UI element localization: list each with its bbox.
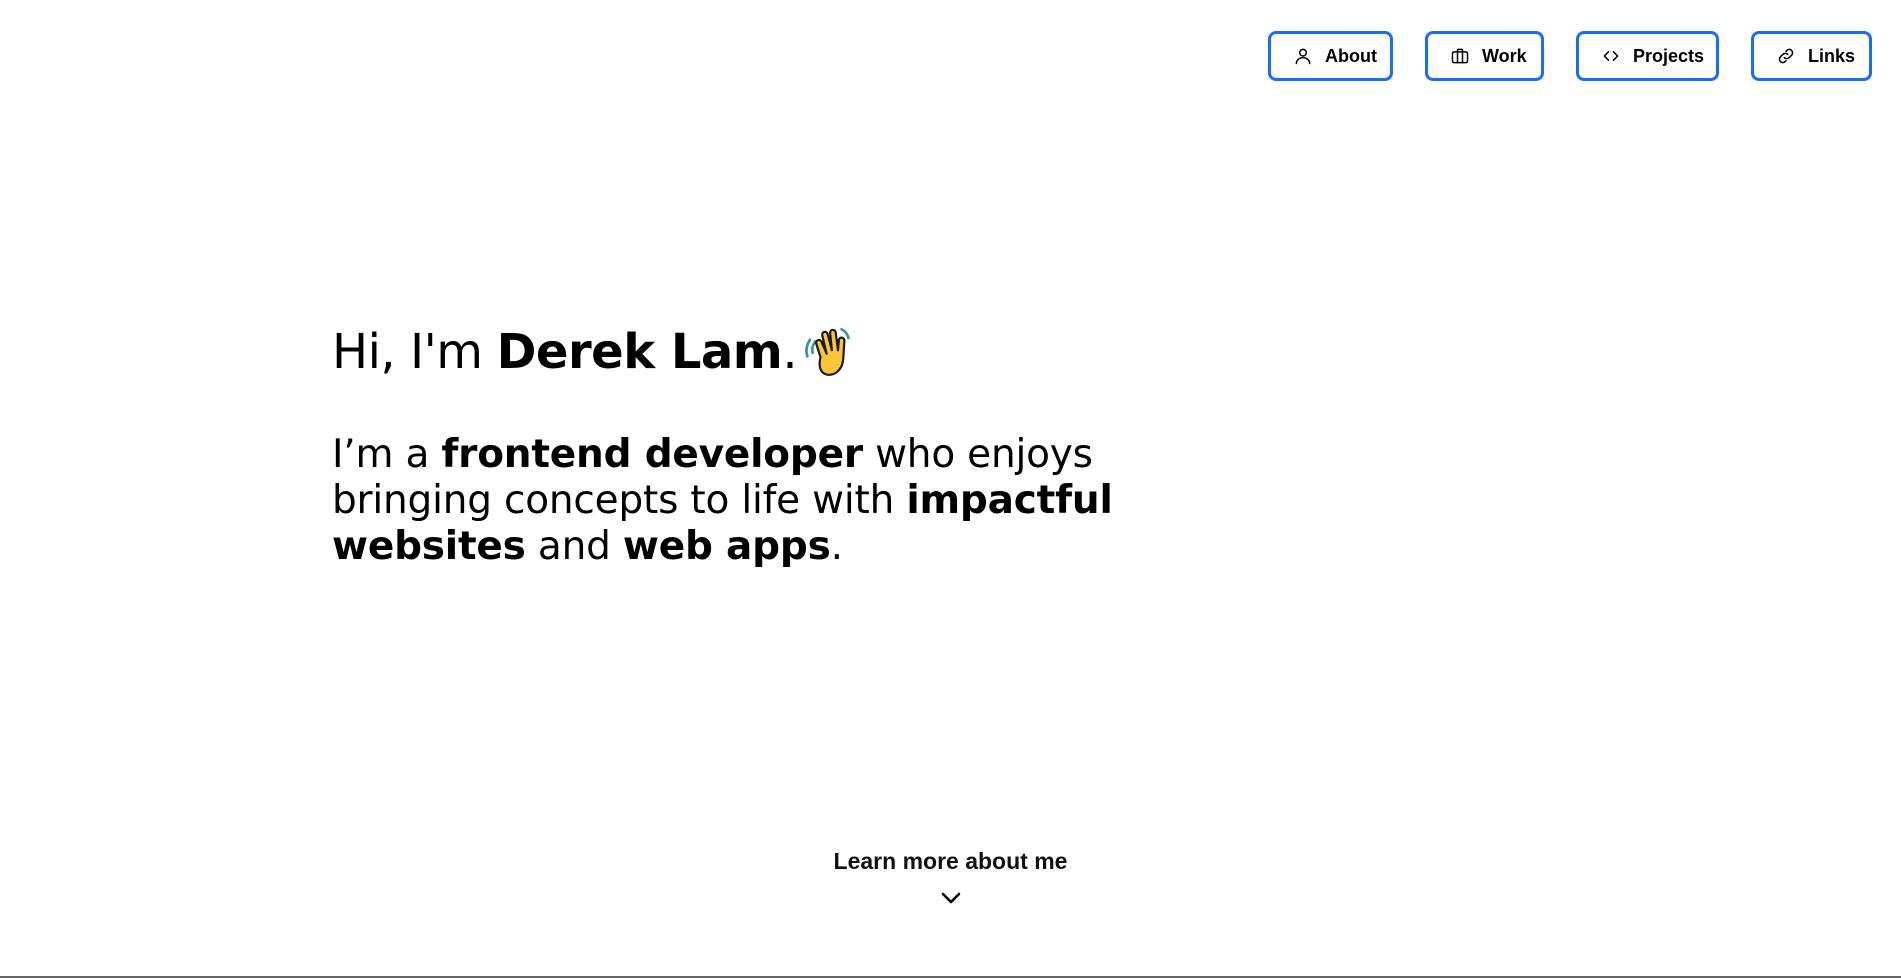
- intro-text-4: .: [830, 524, 843, 569]
- nav-about-button[interactable]: About: [1268, 31, 1393, 81]
- greeting-suffix: .: [782, 324, 798, 380]
- intro-text-1: I’m a: [332, 432, 442, 477]
- learn-more-link[interactable]: Learn more about me: [0, 848, 1901, 905]
- nav-work-button[interactable]: Work: [1425, 31, 1544, 81]
- waving-hand-icon: [803, 324, 859, 380]
- hero-name: Derek Lam: [496, 324, 783, 380]
- nav-projects-button[interactable]: Projects: [1576, 31, 1719, 81]
- intro-text-3: and: [525, 524, 623, 569]
- intro-bold-web-apps: web apps: [622, 524, 831, 569]
- intro-bold-frontend-developer: frontend developer: [441, 432, 863, 477]
- hero-intro: I’m a frontend developer who enjoys brin…: [332, 432, 1212, 570]
- person-icon: [1293, 46, 1313, 66]
- learn-more-label: Learn more about me: [833, 848, 1068, 874]
- code-icon: [1601, 46, 1621, 66]
- top-nav: About Work Projects Links: [1268, 31, 1872, 81]
- nav-projects-label: Projects: [1633, 45, 1705, 66]
- greeting-prefix: Hi, I'm: [332, 324, 483, 380]
- page: About Work Projects Links Hi, I'm Derek …: [0, 0, 1901, 978]
- hero-section: Hi, I'm Derek Lam. I’m a frontend develo…: [332, 318, 1232, 609]
- hero-greeting: Hi, I'm Derek Lam.: [332, 318, 1232, 386]
- nav-links-label: Links: [1808, 45, 1856, 66]
- nav-work-label: Work: [1482, 45, 1527, 66]
- nav-links-button[interactable]: Links: [1751, 31, 1872, 81]
- nav-about-label: About: [1325, 45, 1377, 66]
- link-icon: [1776, 46, 1796, 66]
- briefcase-icon: [1450, 46, 1470, 66]
- chevron-down-icon: [941, 892, 960, 904]
